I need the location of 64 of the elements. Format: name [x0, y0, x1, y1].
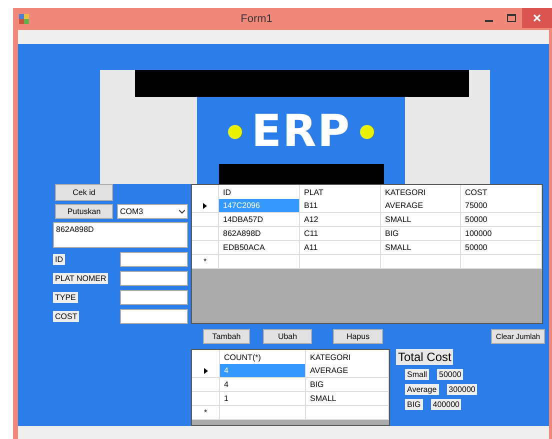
category-label: Average — [405, 384, 439, 395]
column-header[interactable]: COST — [461, 185, 542, 200]
action-button[interactable]: Ubah — [263, 329, 312, 344]
field-label: PLAT NOMER — [53, 273, 108, 284]
cost-value: 50000 — [437, 369, 464, 380]
table-cell[interactable]: A11 — [300, 241, 381, 255]
dot-icon — [358, 124, 375, 140]
table-cell[interactable]: B11 — [300, 199, 381, 213]
table-cell[interactable]: 50000 — [461, 213, 542, 227]
table-cell[interactable]: 100000 — [461, 227, 542, 241]
data-grid[interactable]: COUNT(*) KATEGORI 4 AVERAGE 4 BIG 1 SMALL * — [191, 349, 390, 426]
window-title: Form1 — [240, 13, 274, 25]
row-header[interactable] — [192, 199, 219, 213]
category-label: BIG — [405, 399, 423, 410]
row-header[interactable] — [192, 364, 220, 378]
logo-text: ERP — [251, 110, 351, 154]
column-header[interactable]: KATEGORI — [381, 185, 461, 200]
table-cell[interactable]: 14DBA57D — [219, 213, 300, 227]
cost-value: 400000 — [430, 399, 462, 410]
table-cell[interactable]: SMALL — [306, 392, 389, 406]
check-id-button[interactable]: Cek id — [55, 184, 113, 201]
input-field[interactable] — [120, 290, 188, 305]
disconnect-button[interactable]: Putuskan — [55, 204, 113, 219]
category-label: Small — [405, 369, 430, 380]
port-dropdown[interactable]: COM3 — [117, 204, 188, 219]
input-field[interactable] — [120, 271, 188, 286]
table-cell[interactable]: A12 — [300, 213, 381, 227]
field-label: ID — [53, 254, 65, 265]
column-header[interactable]: COUNT(*) — [220, 350, 306, 365]
column-header[interactable]: KATEGORI — [306, 350, 389, 365]
action-button[interactable]: Hapus — [333, 329, 383, 344]
table-cell[interactable]: SMALL — [381, 213, 461, 227]
table-cell[interactable]: C11 — [300, 227, 381, 241]
dot-icon — [227, 124, 244, 140]
table-cell[interactable]: 1 — [220, 392, 306, 406]
table-cell[interactable]: AVERAGE — [306, 364, 389, 378]
table-cell[interactable]: 4 — [220, 378, 306, 392]
field-label: COST — [53, 311, 80, 322]
input-field[interactable] — [120, 309, 188, 324]
chevron-down-icon — [179, 210, 185, 214]
table-cell[interactable]: BIG — [381, 227, 461, 241]
column-header[interactable]: ID — [219, 185, 300, 200]
total-cost-title: Total Cost — [396, 349, 454, 365]
app-icon — [19, 14, 29, 24]
close-button[interactable] — [522, 8, 552, 28]
input-field[interactable] — [120, 252, 188, 267]
table-cell[interactable]: 75000 — [461, 199, 542, 213]
new-row-marker: * — [192, 406, 220, 420]
id-text-area[interactable]: 862A898D — [53, 222, 188, 248]
table-cell[interactable]: SMALL — [381, 241, 461, 255]
table-cell[interactable]: 862A898D — [219, 227, 300, 241]
maximize-icon — [506, 14, 516, 22]
grid-corner — [192, 350, 220, 365]
table-cell[interactable]: BIG — [306, 378, 389, 392]
table-cell[interactable]: AVERAGE — [381, 199, 461, 213]
close-icon — [533, 14, 541, 22]
action-button[interactable]: Tambah — [203, 329, 250, 344]
field-label: TYPE — [53, 292, 78, 303]
cost-value: 300000 — [446, 384, 478, 395]
column-header[interactable]: PLAT — [300, 185, 381, 200]
table-cell[interactable]: 50000 — [461, 241, 542, 255]
data-grid[interactable]: ID PLAT KATEGORI COST 147C2096 B11 AVERAGE 75000 14DBA57D A12 SMALL 50000 862A898D C11 BIG 100000 EDB50ACA A11 SMALL 50000 * — [191, 184, 543, 324]
new-row-marker: * — [192, 255, 219, 269]
table-cell[interactable]: EDB50ACA — [219, 241, 300, 255]
